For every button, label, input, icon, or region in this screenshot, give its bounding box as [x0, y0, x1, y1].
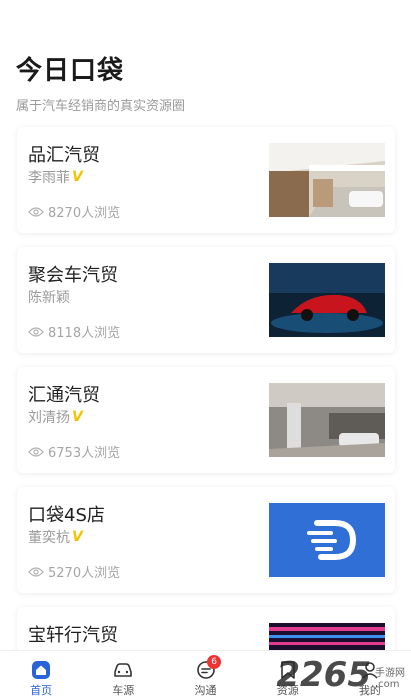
car-icon	[114, 663, 133, 677]
dealer-contact: 董奕杭 V	[28, 527, 83, 547]
eye-icon	[28, 446, 44, 457]
tab-home[interactable]: 首页	[0, 651, 82, 700]
dealer-name: 汇通汽贸	[28, 385, 100, 406]
view-count-text: 8118人浏览	[48, 326, 121, 341]
page-header: 今日口袋 属于汽车经销商的真实资源圈	[16, 50, 185, 114]
dealer-card[interactable]: 口袋4S店 董奕杭 V 5270人浏览	[17, 487, 395, 593]
view-count-text: 5270人浏览	[48, 566, 121, 581]
dealer-thumbnail[interactable]	[269, 383, 385, 457]
dealer-thumbnail[interactable]	[269, 143, 385, 217]
dealer-name: 品汇汽贸	[28, 145, 100, 166]
page-subtitle: 属于汽车经销商的真实资源圈	[16, 99, 186, 114]
verified-icon: V	[72, 169, 83, 185]
view-count: 8118人浏览	[28, 322, 120, 341]
dealer-contact: 陈新颖	[28, 287, 70, 307]
dealer-card[interactable]: 聚会车汽贸 陈新颖 8118人浏览	[17, 247, 395, 353]
tab-label: 沟通	[194, 684, 217, 697]
dealer-list: 品汇汽贸 李雨菲 V 8270人浏览 聚会车汽贸 陈新颖 8118人浏览 汇通汽…	[17, 127, 395, 700]
verified-icon: V	[72, 529, 83, 545]
contact-name: 陈新颖	[28, 290, 70, 306]
contact-name: 董奕杭	[28, 530, 70, 546]
view-count: 8270人浏览	[28, 202, 120, 221]
tab-label: 首页	[30, 684, 53, 697]
eye-icon	[28, 326, 44, 337]
view-count: 5270人浏览	[28, 562, 120, 581]
dealer-name: 口袋4S店	[28, 505, 105, 526]
dealer-thumbnail[interactable]	[269, 263, 385, 337]
watermark-domain: .com	[375, 679, 400, 690]
dealer-card[interactable]: 汇通汽贸 刘清扬 V 6753人浏览	[17, 367, 395, 473]
contact-name: 李雨菲	[28, 170, 70, 186]
page-title: 今日口袋	[16, 56, 125, 86]
site-watermark: 2265 手游网 .com	[276, 658, 405, 692]
eye-icon	[28, 566, 44, 577]
view-count-text: 6753人浏览	[48, 446, 121, 461]
dealer-contact: 刘清扬 V	[28, 407, 83, 427]
tab-cars[interactable]: 车源	[82, 651, 164, 700]
contact-name: 刘清扬	[28, 410, 70, 426]
dealer-name: 聚会车汽贸	[28, 265, 118, 286]
dealer-card[interactable]: 品汇汽贸 李雨菲 V 8270人浏览	[17, 127, 395, 233]
dealer-thumbnail[interactable]	[269, 503, 385, 577]
eye-icon	[28, 206, 44, 217]
verified-icon: V	[72, 409, 83, 425]
home-icon	[32, 661, 51, 679]
watermark-number: 2265	[276, 655, 371, 695]
dealer-contact: 李雨菲 V	[28, 167, 83, 187]
tab-label: 车源	[112, 684, 135, 697]
view-count: 6753人浏览	[28, 442, 120, 461]
unread-badge: 6	[207, 655, 222, 669]
watermark-text: 手游网	[375, 668, 405, 679]
view-count-text: 8270人浏览	[48, 206, 121, 221]
dealer-name: 宝轩行汽贸	[28, 625, 118, 646]
tab-chat[interactable]: 6 沟通	[164, 651, 246, 700]
